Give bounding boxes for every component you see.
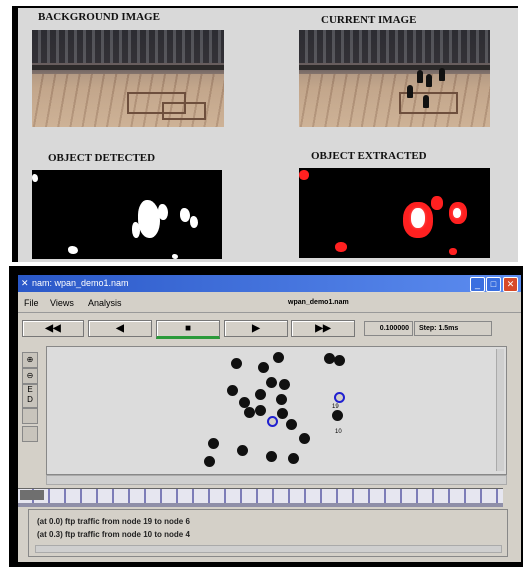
- network-node[interactable]: [255, 389, 266, 400]
- tool-button-1[interactable]: [22, 408, 38, 424]
- network-node[interactable]: [244, 407, 255, 418]
- network-node[interactable]: [204, 456, 215, 467]
- log-scrollbar[interactable]: [35, 545, 502, 553]
- network-node[interactable]: [288, 453, 299, 464]
- network-node[interactable]: [231, 358, 242, 369]
- time-display: 0.100000: [364, 321, 413, 336]
- horizontal-scrollbar[interactable]: [46, 475, 507, 485]
- tool-button-2[interactable]: [22, 426, 38, 442]
- network-canvas[interactable]: 19 10: [46, 346, 507, 475]
- play-button[interactable]: ▶: [224, 320, 288, 337]
- step-back-button[interactable]: ◀: [88, 320, 152, 337]
- file-name-label: wpan_demo1.nam: [288, 299, 349, 306]
- background-image-label: BACKGROUND IMAGE: [38, 11, 160, 23]
- zoom-in-icon[interactable]: ⊕: [22, 352, 38, 368]
- network-node[interactable]: [273, 352, 284, 363]
- network-node[interactable]: [276, 394, 287, 405]
- vertical-scrollbar[interactable]: [496, 349, 504, 471]
- step-display[interactable]: Step: 1.5ms: [414, 321, 492, 336]
- network-node[interactable]: [255, 405, 266, 416]
- current-image-label: CURRENT IMAGE: [321, 14, 417, 26]
- object-detected-mask: [32, 170, 222, 259]
- edit-tool-icon[interactable]: ED: [22, 384, 38, 408]
- object-extracted-label: OBJECT EXTRACTED: [311, 150, 427, 162]
- rewind-button[interactable]: ◀◀: [22, 320, 84, 337]
- image-comparison-panel: BACKGROUND IMAGE CURRENT IMAGE OBJECT DE…: [12, 6, 518, 262]
- network-node[interactable]: [279, 379, 290, 390]
- menu-file[interactable]: File: [24, 298, 39, 308]
- highlighted-network-node[interactable]: [334, 392, 345, 403]
- object-extracted-image: [299, 168, 490, 258]
- network-node[interactable]: [227, 385, 238, 396]
- network-node[interactable]: [334, 355, 345, 366]
- background-image: [32, 30, 224, 127]
- menu-views[interactable]: Views: [50, 298, 74, 308]
- network-node[interactable]: [332, 410, 343, 421]
- object-detected-label: OBJECT DETECTED: [48, 152, 156, 164]
- menu-divider: [18, 312, 521, 313]
- network-node[interactable]: [237, 445, 248, 456]
- close-button[interactable]: ✕: [503, 277, 518, 292]
- zoom-out-icon[interactable]: ⊖: [22, 368, 38, 384]
- fast-forward-button[interactable]: ▶▶: [291, 320, 355, 337]
- maximize-button[interactable]: □: [486, 277, 501, 292]
- annotation-log: (at 0.0) ftp traffic from node 19 to nod…: [28, 509, 508, 557]
- network-node[interactable]: [277, 408, 288, 419]
- log-line: (at 0.3) ftp traffic from node 10 to nod…: [37, 530, 190, 539]
- timeline-thumb[interactable]: [20, 490, 44, 500]
- network-node[interactable]: [258, 362, 269, 373]
- log-line: (at 0.0) ftp traffic from node 19 to nod…: [37, 517, 190, 526]
- timeline-slider[interactable]: [18, 488, 503, 507]
- network-node[interactable]: [266, 451, 277, 462]
- node-label: 19: [332, 404, 339, 410]
- window-titlebar: ✕ nam: wpan_demo1.nam _ □ ✕: [18, 275, 521, 292]
- stop-button[interactable]: ■: [156, 320, 220, 339]
- menu-analysis[interactable]: Analysis: [88, 298, 122, 308]
- current-image: [299, 30, 490, 127]
- network-node[interactable]: [286, 419, 297, 430]
- highlighted-network-node[interactable]: [267, 416, 278, 427]
- node-label: 10: [335, 429, 342, 435]
- minimize-button[interactable]: _: [470, 277, 485, 292]
- window-title: nam: wpan_demo1.nam: [32, 278, 129, 288]
- network-node[interactable]: [266, 377, 277, 388]
- nam-app-icon: ✕: [21, 278, 29, 288]
- network-node[interactable]: [299, 433, 310, 444]
- network-node[interactable]: [208, 438, 219, 449]
